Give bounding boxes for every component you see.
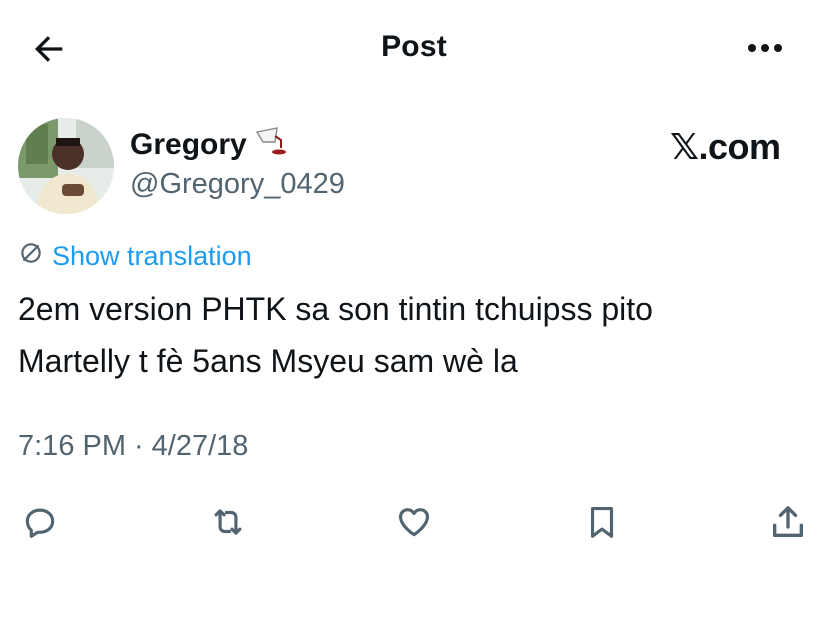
- post-date: 4/27/18: [151, 430, 249, 462]
- repost-icon: [208, 503, 248, 541]
- reply-icon: [21, 503, 59, 541]
- page-title: Post: [381, 30, 447, 63]
- show-translation-label: Show translation: [52, 241, 252, 271]
- more-options-button[interactable]: [742, 30, 788, 70]
- show-translation-link[interactable]: Show translation: [18, 240, 252, 273]
- meta-separator: ·: [134, 430, 144, 462]
- heart-icon: [394, 503, 434, 541]
- share-icon: [768, 502, 808, 542]
- post-text-line-2: Martelly t fè 5ans Msyeu sam wè la: [18, 343, 518, 379]
- author-display-name: Gregory: [130, 128, 247, 161]
- author-name-row[interactable]: Gregory: [130, 126, 287, 164]
- reply-button[interactable]: [18, 500, 62, 544]
- more-horizontal-icon: [746, 41, 784, 59]
- bookmark-icon: [583, 502, 621, 542]
- like-button[interactable]: [392, 500, 436, 544]
- brand-mark: 𝕏.com: [670, 126, 781, 167]
- post-text-line-1: 2em version PHTK sa son tintin tchuipss …: [18, 291, 653, 327]
- bookmark-button[interactable]: [580, 500, 624, 544]
- repost-button[interactable]: [206, 500, 250, 544]
- post-timestamp[interactable]: 7:16 PM · 4/27/18: [18, 430, 248, 463]
- globe-icon: [18, 240, 44, 273]
- author-handle[interactable]: @Gregory_0429: [130, 168, 345, 201]
- avatar[interactable]: [18, 118, 114, 214]
- share-button[interactable]: [766, 500, 810, 544]
- post-time: 7:16 PM: [18, 430, 126, 462]
- pouring-glass-emoji: [255, 126, 287, 164]
- post-text: 2em version PHTK sa son tintin tchuipss …: [18, 283, 808, 387]
